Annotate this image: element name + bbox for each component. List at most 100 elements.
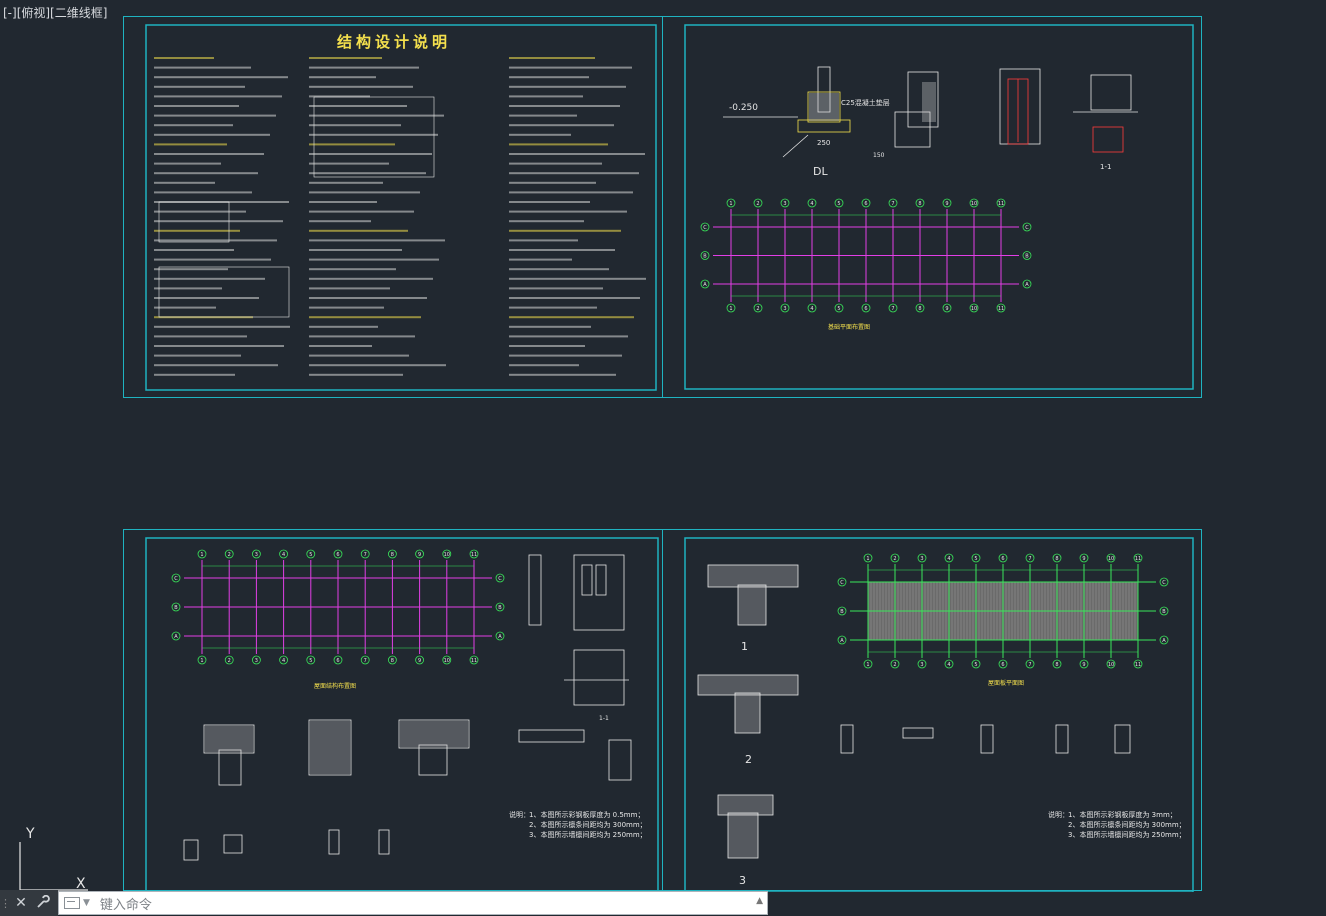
note-text-line: [509, 354, 622, 357]
axis-label: 8: [391, 552, 394, 558]
axis-label: 2: [893, 556, 896, 562]
note-text-line: [154, 345, 284, 347]
sheet-general-notes: 结构设计说明: [123, 16, 663, 398]
note-text-line: [509, 181, 596, 184]
roof-note-2: 2、本图所示檩条间距均为 300mm；: [529, 820, 647, 829]
axis-label: 2: [228, 552, 231, 558]
note-text-line: [509, 124, 614, 127]
command-history-icon[interactable]: [64, 897, 80, 909]
note-text-line: [154, 287, 222, 290]
note-text-line: [509, 76, 589, 79]
note-text-line: [509, 220, 584, 223]
axis-label: 1: [866, 662, 869, 668]
note-text-line: [154, 143, 227, 146]
note-text-line: [154, 268, 228, 271]
axis-label: 8: [1055, 556, 1058, 562]
axis-label: 4: [810, 306, 813, 312]
axis-label: 9: [418, 658, 421, 664]
axis-label: 6: [1001, 662, 1004, 668]
axis-label: 11: [998, 201, 1004, 207]
note-text-line: [509, 316, 634, 319]
chevron-down-icon[interactable]: ▼: [83, 898, 90, 908]
note-text-line: [154, 306, 216, 309]
axis-label: 1: [866, 556, 869, 562]
note-text-line: [309, 297, 427, 299]
note-text-line: [509, 268, 609, 271]
roof-details-drawing: 1 2 3 11223344556677889910101111A AB BC C 屋…: [684, 537, 1194, 892]
axis-label: 5: [837, 201, 840, 207]
note-text-line: [154, 239, 277, 242]
note-text-line: [509, 210, 627, 213]
axis-label: B: [703, 254, 707, 260]
dim-150: 150: [873, 152, 885, 159]
note-text-line: [509, 258, 572, 261]
viewport-label[interactable]: [-][俯视][二维线框]: [3, 4, 107, 21]
settings-icon[interactable]: [32, 894, 54, 912]
ucs-y-label: Y: [25, 826, 35, 842]
close-icon[interactable]: ✕: [10, 895, 32, 911]
axis-label: 5: [837, 306, 840, 312]
note-text-line: [509, 172, 639, 175]
general-notes-drawing: 结构设计说明: [145, 24, 657, 391]
roof-note-3: 3、本图所示墙檩间距均为 250mm；: [529, 830, 647, 839]
note-text-line: [154, 335, 247, 338]
axis-label: 7: [1028, 556, 1031, 562]
axis-label: 11: [1135, 662, 1141, 668]
note-text-line: [509, 143, 608, 146]
note-text-line: [309, 124, 401, 127]
note-text-line: [509, 287, 603, 290]
note-text-line: [509, 201, 590, 203]
note-text-line: [154, 277, 265, 280]
note-text-line: [509, 191, 633, 194]
axis-label: 4: [947, 662, 950, 668]
note-text-line: [154, 210, 246, 213]
axis-label: 7: [364, 658, 367, 664]
note-text-line: [309, 229, 408, 232]
note-text-line: [509, 325, 591, 328]
panel-plan-title: 屋面板平面图: [988, 679, 1024, 687]
axis-label: 8: [391, 658, 394, 664]
detail-note-2: 2、本图所示檩条间距均为 300mm；: [1068, 820, 1186, 829]
expand-up-icon[interactable]: ▲: [756, 896, 763, 906]
axis-label: 2: [756, 201, 759, 207]
detail-note-1: 1、本图所示彩钢板厚度为 3mm；: [1068, 810, 1177, 819]
command-input[interactable]: ▼ 键入命令 ▲: [58, 891, 768, 915]
note-text-line: [509, 153, 645, 155]
note-text-line: [309, 153, 432, 155]
note-text-line: [509, 105, 620, 107]
ucs-icon: Y X: [19, 826, 88, 892]
axis-label: B: [1162, 609, 1166, 615]
note-text-line: [154, 124, 233, 127]
axis-label: 6: [864, 306, 867, 312]
axis-label: 1: [200, 552, 203, 558]
note-text-line: [509, 364, 579, 367]
note-text-line: [509, 133, 571, 136]
axis-label: A: [174, 634, 178, 640]
command-bar-handle[interactable]: ⋮ ✕: [0, 890, 58, 916]
note-text-line: [154, 354, 241, 357]
axis-label: A: [1162, 638, 1166, 644]
axis-label: 3: [255, 552, 258, 558]
sheet-roof-layout: 1 1 2 2 3 3 4 4 5 5 6 6 7 7 8 8 9 9 10 10 11 11 A A B B C C 屋面结构布置图: [123, 529, 663, 892]
note-text-line: [154, 66, 251, 69]
foundation-section-label: 1-1: [1100, 163, 1111, 171]
axis-label: 3: [920, 662, 923, 668]
axis-label: 7: [364, 552, 367, 558]
foundation-drawing: -0.250 C25混凝土垫层 250 150 DL 1-1 112233445…: [684, 24, 1194, 390]
note-text-line: [509, 229, 621, 232]
note-text-line: [154, 181, 215, 184]
note-text-line: [154, 57, 214, 59]
general-notes-title: 结构设计说明: [337, 33, 451, 51]
note-text-line: [309, 325, 378, 328]
note-text-line: [309, 258, 439, 261]
note-text-line: [309, 114, 444, 117]
grip-icon[interactable]: ⋮: [0, 897, 11, 910]
detail-section-1: 1: [741, 640, 748, 653]
command-placeholder: 键入命令: [99, 897, 152, 913]
sheet-foundation: -0.250 C25混凝土垫层 250 150 DL 1-1 112233445…: [662, 16, 1202, 398]
axis-label: 7: [891, 306, 894, 312]
axis-label: C: [1162, 580, 1166, 586]
axis-label: 11: [998, 306, 1004, 312]
note-text-line: [309, 306, 384, 309]
detail-section-3: 3: [739, 874, 746, 887]
